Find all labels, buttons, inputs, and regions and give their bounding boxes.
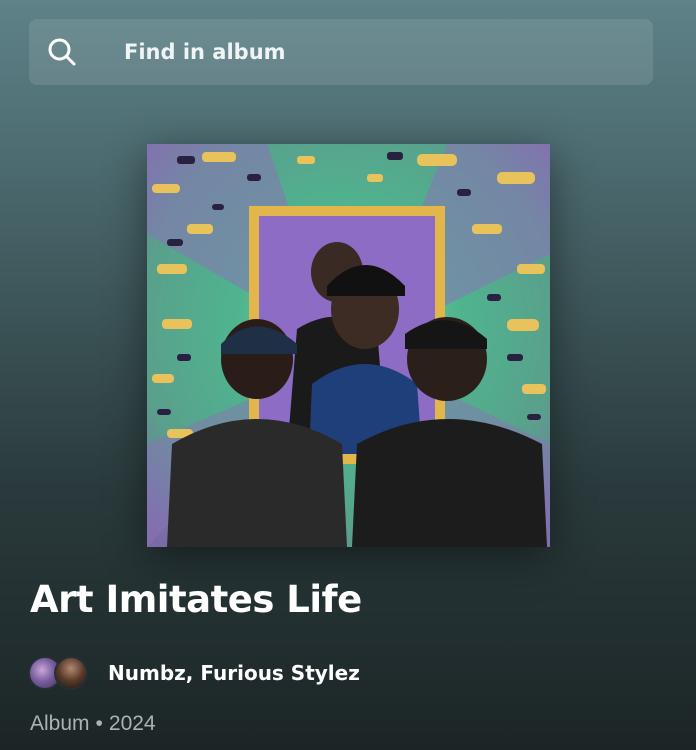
avatar[interactable] [54, 656, 88, 690]
search-bar[interactable]: Find in album [29, 19, 653, 85]
search-icon [47, 37, 77, 67]
album-type: Album [30, 712, 90, 735]
meta-separator: • [95, 712, 103, 735]
artist-avatars[interactable] [28, 654, 94, 692]
album-cover [147, 144, 550, 547]
album-meta: Album • 2024 [30, 712, 156, 736]
album-title: Art Imitates Life [30, 578, 362, 621]
artist-names-link[interactable]: Numbz, Furious Stylez [108, 661, 360, 685]
search-input[interactable]: Find in album [124, 19, 286, 85]
album-year: 2024 [108, 712, 156, 735]
artist-row[interactable]: Numbz, Furious Stylez [28, 654, 360, 692]
